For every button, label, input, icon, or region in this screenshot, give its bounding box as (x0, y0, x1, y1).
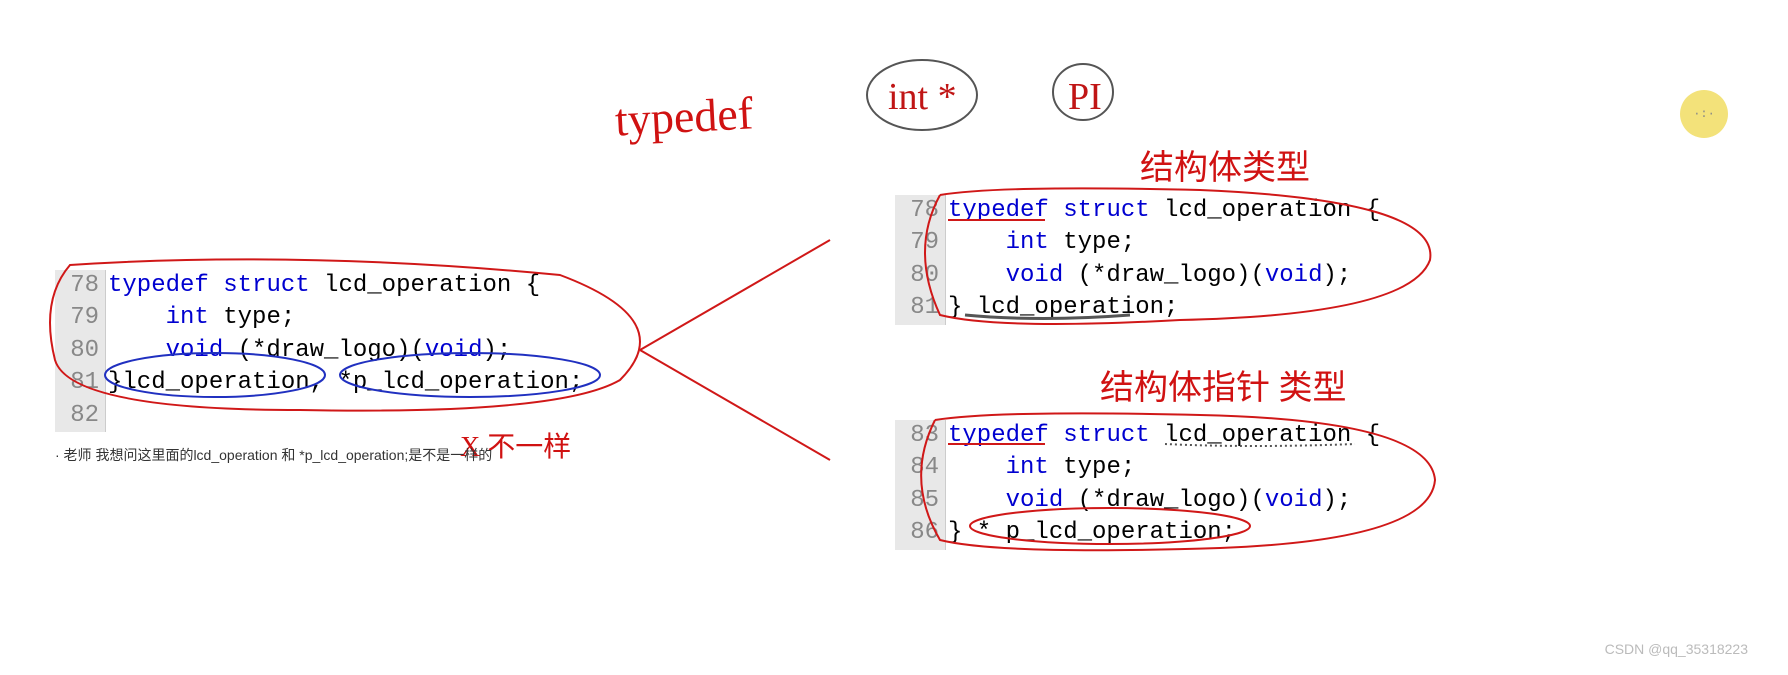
line-number: 78 (901, 195, 939, 227)
code-line: typedef struct lcd_operation { (108, 270, 583, 302)
watermark: CSDN @qq_35318223 (1605, 641, 1748, 657)
code-line: } * p_lcd_operation; (948, 517, 1380, 549)
line-number: 79 (61, 302, 99, 334)
code-line: void (*draw_logo)(void); (948, 260, 1380, 292)
handwriting-struct-ptr-type: 结构体指针 类型 (1100, 360, 1347, 409)
line-number: 85 (901, 485, 939, 517)
code-line: void (*draw_logo)(void); (948, 485, 1380, 517)
code-line: }lcd_operation, *p_lcd_operation; (108, 367, 583, 399)
code-line: int type; (948, 452, 1380, 484)
line-number: 80 (901, 260, 939, 292)
question-text: · 老师 我想问这里面的lcd_operation 和 *p_lcd_opera… (55, 445, 492, 465)
code-line: typedef struct lcd_operation { (948, 420, 1380, 452)
line-number: 78 (61, 270, 99, 302)
code-line: int type; (948, 227, 1380, 259)
code-line: int type; (108, 302, 583, 334)
line-number: 81 (901, 292, 939, 324)
line-number: 81 (61, 367, 99, 399)
handwriting-struct-type: 结构体类型 (1140, 140, 1310, 189)
line-number: 79 (901, 227, 939, 259)
handwriting-intstar: int * (888, 75, 957, 119)
line-number: 82 (61, 400, 99, 432)
line-number: 83 (901, 420, 939, 452)
code-line: typedef struct lcd_operation { (948, 195, 1380, 227)
line-number: 84 (901, 452, 939, 484)
line-number: 86 (901, 517, 939, 549)
code-block-bottomright: 83848586 typedef struct lcd_operation { … (895, 420, 1380, 550)
cursor-highlight-icon: ·:· (1680, 90, 1728, 138)
code-line: void (*draw_logo)(void); (108, 335, 583, 367)
handwriting-typedef: typedef (614, 86, 755, 146)
line-number: 80 (61, 335, 99, 367)
code-line (108, 400, 583, 432)
code-block-topright: 78798081 typedef struct lcd_operation { … (895, 195, 1380, 325)
handwriting-pi: PI (1068, 75, 1102, 119)
code-block-left: 7879808182 typedef struct lcd_operation … (55, 270, 583, 432)
code-line: } lcd_operation; (948, 292, 1380, 324)
